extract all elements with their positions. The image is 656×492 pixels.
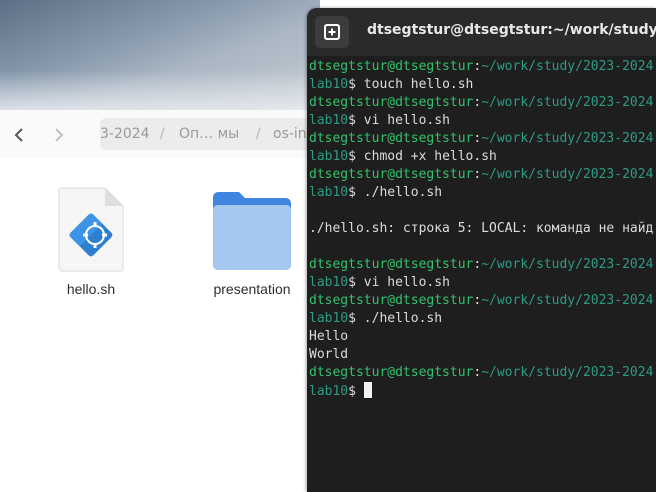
prompt-line: dtsegtstur@dtsegtstur:~/work/study/2023-…: [309, 59, 654, 74]
prompt-user: dtsegtstur@dtsegtstur: [309, 257, 474, 272]
path-segment[interactable]: os-in: [273, 126, 307, 142]
file-manager-toolbar: 3-2024 / Оп… мы / os-in: [0, 110, 320, 158]
prompt-line: dtsegtstur@dtsegtstur:~/work/study/2023-…: [309, 365, 654, 380]
file-label: hello.sh: [66, 281, 116, 297]
file-label: presentation: [213, 281, 291, 297]
path-segment[interactable]: 3-2024: [100, 126, 150, 142]
prompt-path: ~/work/study/2023-2024: [481, 293, 654, 308]
prompt-line: dtsegtstur@dtsegtstur:~/work/study/2023-…: [309, 293, 654, 308]
prompt-user: dtsegtstur@dtsegtstur: [309, 365, 474, 380]
command-text: touch hello.sh: [363, 77, 474, 92]
prompt-user: dtsegtstur@dtsegtstur: [309, 131, 474, 146]
new-tab-button[interactable]: [315, 16, 349, 48]
file-hello-sh[interactable]: hello.sh: [41, 186, 141, 306]
error-line: ./hello.sh: строка 5: LOCAL: команда не …: [309, 221, 654, 236]
new-tab-icon: [324, 24, 340, 40]
prompt-path: ~/work/study/2023-2024: [481, 167, 654, 182]
prompt-cwd: lab10: [309, 384, 349, 399]
chevron-right-icon[interactable]: [48, 124, 70, 146]
command-text: chmod +x hello.sh: [363, 149, 497, 164]
terminal-window[interactable]: dtsegtstur@dtsegtstur:~/work/study/2023 …: [307, 8, 656, 492]
folder-presentation[interactable]: presentation: [202, 186, 302, 306]
prompt-line: dtsegtstur@dtsegtstur:~/work/study/2023-…: [309, 257, 654, 272]
prompt-cwd: lab10: [309, 77, 349, 92]
prompt-line: dtsegtstur@dtsegtstur:~/work/study/2023-…: [309, 131, 654, 146]
command-text: ./hello.sh: [363, 185, 443, 200]
prompt-user: dtsegtstur@dtsegtstur: [309, 95, 474, 110]
command-text: ./hello.sh: [363, 311, 443, 326]
prompt-path: ~/work/study/2023-2024: [481, 365, 654, 380]
terminal-header: dtsegtstur@dtsegtstur:~/work/study/2023: [307, 8, 656, 56]
prompt-cwd: lab10: [309, 113, 349, 128]
output-line: World: [309, 347, 349, 362]
prompt-user: dtsegtstur@dtsegtstur: [309, 167, 474, 182]
prompt-line: dtsegtstur@dtsegtstur:~/work/study/2023-…: [309, 167, 654, 182]
prompt-cwd: lab10: [309, 185, 349, 200]
text-cursor: [363, 382, 372, 398]
prompt-cwd: lab10: [309, 275, 349, 290]
prompt-path: ~/work/study/2023-2024: [481, 95, 654, 110]
prompt-cwd: lab10: [309, 149, 349, 164]
command-line: lab10$ chmod +x hello.sh: [309, 149, 497, 164]
command-line: lab10$ touch hello.sh: [309, 77, 474, 92]
desktop-wallpaper: [0, 0, 320, 110]
terminal-title: dtsegtstur@dtsegtstur:~/work/study/2023: [367, 22, 656, 38]
prompt-user: dtsegtstur@dtsegtstur: [309, 59, 474, 74]
command-text: vi hello.sh: [363, 113, 450, 128]
command-line: lab10$ ./hello.sh: [309, 311, 443, 326]
output-line: Hello: [309, 329, 349, 344]
path-separator: /: [160, 126, 165, 142]
command-line-active[interactable]: lab10$: [309, 382, 656, 400]
prompt-path: ~/work/study/2023-2024: [481, 59, 654, 74]
path-separator: /: [256, 126, 261, 142]
command-text: vi hello.sh: [363, 275, 450, 290]
prompt-user: dtsegtstur@dtsegtstur: [309, 293, 474, 308]
prompt-cwd: lab10: [309, 311, 349, 326]
chevron-left-icon[interactable]: [8, 124, 30, 146]
folder-icon: [213, 192, 291, 270]
shell-script-icon: [58, 187, 124, 272]
command-line: lab10$ ./hello.sh: [309, 185, 443, 200]
prompt-line: dtsegtstur@dtsegtstur:~/work/study/2023-…: [309, 95, 654, 110]
path-segment[interactable]: Оп… мы: [179, 126, 239, 142]
prompt-path: ~/work/study/2023-2024: [481, 257, 654, 272]
command-line: lab10$ vi hello.sh: [309, 113, 450, 128]
prompt-path: ~/work/study/2023-2024: [481, 131, 654, 146]
terminal-output[interactable]: dtsegtstur@dtsegtstur:~/work/study/2023-…: [309, 58, 656, 400]
command-line: lab10$ vi hello.sh: [309, 275, 450, 290]
path-bar[interactable]: 3-2024 / Оп… мы / os-in: [100, 118, 320, 150]
